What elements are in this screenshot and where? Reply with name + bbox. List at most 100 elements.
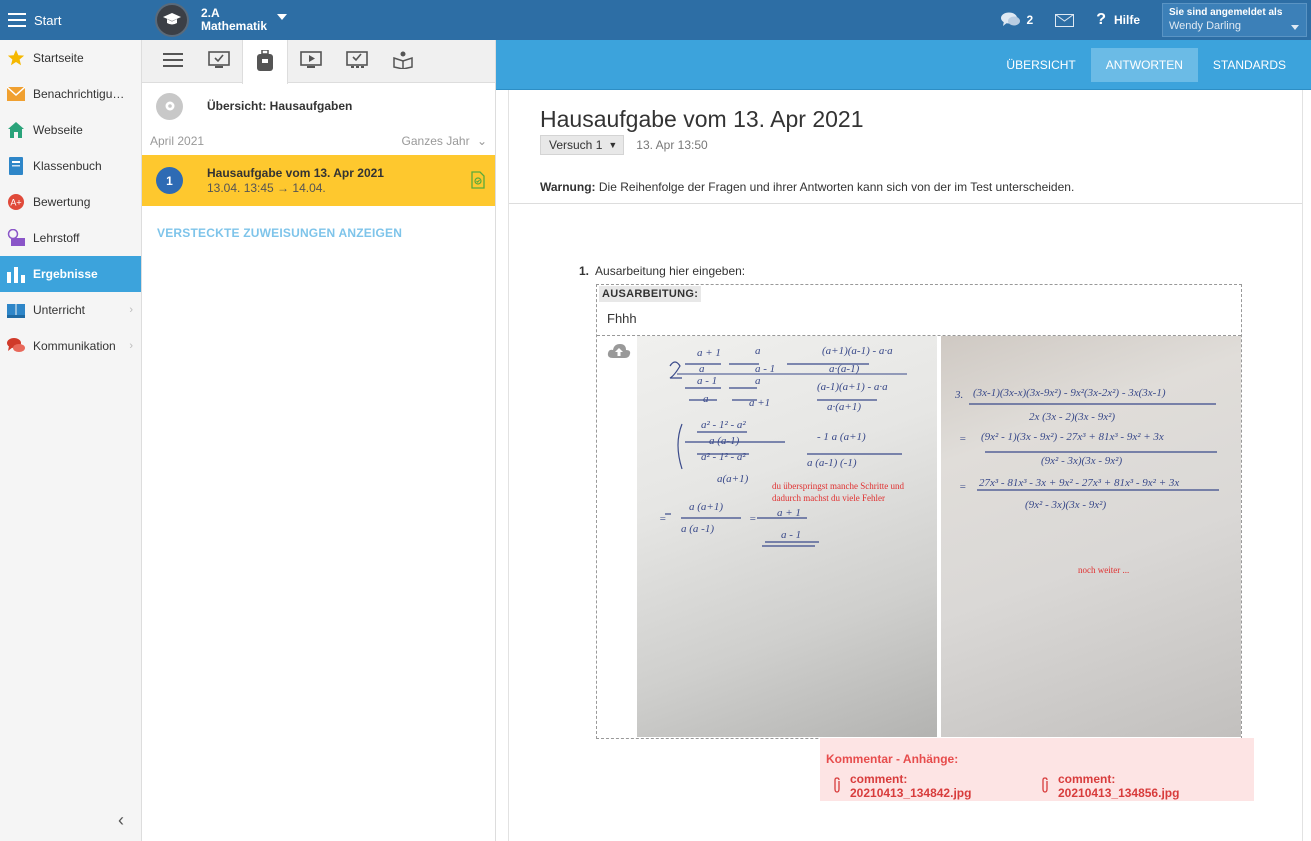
backpack-icon: [256, 48, 274, 75]
attachment-name: comment: 20210413_134842.jpg: [850, 772, 972, 800]
main-area: ÜBERSICHT ANTWORTEN STANDARDS Hausaufgab…: [496, 40, 1311, 841]
svg-text:a +1: a +1: [749, 397, 770, 409]
sidebar-item-webseite[interactable]: Webseite: [0, 112, 141, 148]
chat-bubbles-icon: [1000, 12, 1020, 26]
messages-button[interactable]: 2: [1000, 12, 1033, 28]
svg-text:a - 1: a - 1: [781, 529, 801, 541]
svg-text:a (a-1) (-1): a (a-1) (-1): [807, 457, 857, 469]
question-number: 1.: [579, 264, 590, 278]
svg-text:(9x² - 1)(3x - 9x²) - 27x³ + 8: (9x² - 1)(3x - 9x²) - 27x³ + 81x³ - 9x² …: [981, 431, 1164, 443]
user-menu[interactable]: Sie sind angemeldet als Wendy Darling: [1162, 3, 1307, 37]
book-icon: [7, 157, 25, 175]
tab-learning[interactable]: [380, 40, 426, 83]
chart-icon: [7, 265, 25, 283]
sidebar-item-benachrichtigungen[interactable]: Benachrichtigungen: [0, 76, 141, 112]
svg-text:3.: 3.: [954, 389, 963, 401]
chevron-down-icon: [277, 14, 288, 20]
assignment-type-tabs: [142, 40, 495, 84]
sidebar-item-label: Bewertung: [33, 195, 91, 209]
svg-text:27x³ - 81x³ - 3x + 9x² - 27x³: 27x³ - 81x³ - 3x + 9x² - 27x³ + 81x³ - 9…: [979, 477, 1179, 489]
sidebar-item-label: Webseite: [33, 123, 83, 137]
range-select[interactable]: Ganzes Jahr ⌄: [402, 134, 487, 148]
svg-text:A+: A+: [10, 198, 21, 208]
svg-text:(9x² - 3x)(3x - 9x²): (9x² - 3x)(3x - 9x²): [1025, 499, 1106, 511]
monitor-check-icon: [208, 51, 230, 72]
tab-overview[interactable]: ÜBERSICHT: [991, 48, 1090, 82]
paperclip-icon: [832, 776, 842, 796]
warning-message: Die Reihenfolge der Fragen und ihrer Ant…: [598, 180, 1075, 194]
svg-text:a - 1: a - 1: [755, 363, 775, 375]
svg-text:a·(a+1): a·(a+1): [827, 401, 861, 413]
attachment-name: comment: 20210413_134856.jpg: [1058, 772, 1180, 800]
tab-answers[interactable]: ANTWORTEN: [1090, 47, 1198, 82]
assignment-panel: Übersicht: Hausaufgaben April 2021 Ganze…: [142, 40, 496, 841]
class-switcher[interactable]: 2.A Mathematik: [155, 2, 288, 38]
question-label: 1. Ausarbeitung hier eingeben:: [579, 264, 745, 278]
assignment-dates: 13.04. 13:45 → 14.04.: [207, 181, 326, 195]
answer-label: AUSARBEITUNG:: [599, 286, 702, 302]
sidebar-item-startseite[interactable]: Startseite: [0, 40, 141, 76]
sidebar-item-lehrstoff[interactable]: Lehrstoff: [0, 220, 141, 256]
svg-text:=: =: [749, 513, 756, 525]
collapse-sidebar-icon[interactable]: ‹: [118, 810, 124, 831]
chevron-down-icon: [1291, 25, 1299, 30]
answer-text: Fhhh: [607, 311, 637, 326]
warning-text: Warnung: Die Reihenfolge der Fragen und …: [540, 180, 1074, 194]
homework-photo-1[interactable]: a + 1 a (a+1)(a-1) - a·a aa - 1 a·(a-1) a -…: [637, 336, 937, 737]
mail-button[interactable]: [1055, 13, 1075, 27]
gear-icon: [156, 92, 183, 120]
book-person-icon: [393, 51, 413, 72]
warning-label: Warnung:: [540, 180, 596, 194]
open-book-icon: [7, 301, 25, 319]
chevron-right-icon: ›: [129, 340, 133, 352]
tab-tests[interactable]: [196, 40, 242, 83]
attachment-link[interactable]: comment: 20210413_134842.jpg: [832, 772, 1030, 800]
month-filter-row: April 2021 Ganzes Jahr ⌄: [142, 129, 495, 153]
grade-icon: A+: [7, 193, 25, 211]
sidebar-item-kommunikation[interactable]: Kommunikation ›: [0, 328, 141, 364]
homework-photo-2[interactable]: 3. (3x-1)(3x-x)(3x-9x²) - 9x²(3x-2x²) - 3…: [941, 336, 1241, 737]
envelope-icon: [7, 85, 25, 103]
sidebar-item-label: Lehrstoff: [33, 231, 80, 245]
attempt-select[interactable]: Versuch 1 ▼: [540, 135, 625, 155]
show-hidden-assignments-link[interactable]: VERSTECKTE ZUWEISUNGEN ANZEIGEN: [142, 226, 495, 240]
cloud-upload-icon[interactable]: [607, 343, 631, 362]
attachment-link[interactable]: comment: 20210413_134856.jpg: [1040, 772, 1238, 800]
sidebar-item-unterricht[interactable]: Unterricht ›: [0, 292, 141, 328]
tab-quiz[interactable]: [334, 40, 380, 83]
svg-text:(9x² - 3x)(3x - 9x²): (9x² - 3x)(3x - 9x²): [1041, 455, 1122, 467]
svg-text:a (a-1): a (a-1): [709, 435, 740, 447]
tab-homework[interactable]: [242, 40, 288, 84]
svg-text:a·(a-1): a·(a-1): [829, 363, 860, 375]
document-check-icon: [471, 171, 485, 192]
question-icon: ?: [1096, 11, 1106, 28]
svg-text:a (a+1): a (a+1): [689, 501, 723, 513]
answer-box: AUSARBEITUNG: Fhhh a + 1 a (a+1)(a-1) - …: [596, 284, 1242, 739]
top-bar: Start 2.A Mathematik 2 ? Hilfe Sie sind …: [0, 0, 1311, 40]
logged-in-label: Sie sind angemeldet als: [1169, 7, 1283, 18]
svg-text:(3x-1)(3x-x)(3x-9x²) - 9x²(3x-: (3x-1)(3x-x)(3x-9x²) - 9x²(3x-2x²) - 3x(…: [973, 387, 1166, 399]
sidebar-item-klassenbuch[interactable]: Klassenbuch: [0, 148, 141, 184]
help-button[interactable]: ? Hilfe: [1096, 11, 1140, 29]
material-icon: [7, 229, 25, 247]
sidebar-item-label: Benachrichtigungen: [33, 87, 129, 101]
hamburger-icon: [8, 13, 26, 27]
sidebar-item-bewertung[interactable]: A+ Bewertung: [0, 184, 141, 220]
comment-attachments: Kommentar - Anhänge: comment: 20210413_1…: [820, 738, 1254, 801]
start-menu-button[interactable]: Start: [0, 0, 61, 40]
svg-text:a: a: [703, 393, 709, 405]
svg-text:a: a: [755, 375, 761, 387]
tab-video[interactable]: [288, 40, 334, 83]
tab-standards[interactable]: STANDARDS: [1198, 48, 1301, 82]
assignment-number: 1: [156, 167, 183, 194]
svg-text:=: =: [959, 433, 966, 445]
handwriting-1: a + 1 a (a+1)(a-1) - a·a aa - 1 a·(a-1) a -…: [659, 345, 907, 547]
svg-text:a + 1: a + 1: [777, 507, 801, 519]
tab-list[interactable]: [150, 40, 196, 83]
divider: [509, 203, 1302, 204]
start-label: Start: [34, 12, 62, 28]
list-icon: [163, 53, 183, 70]
assignment-item[interactable]: 1 Hausaufgabe vom 13. Apr 2021 13.04. 13…: [142, 155, 495, 206]
sidebar-item-ergebnisse[interactable]: Ergebnisse: [0, 256, 141, 292]
homework-overview-link[interactable]: Übersicht: Hausaufgaben: [142, 83, 495, 129]
